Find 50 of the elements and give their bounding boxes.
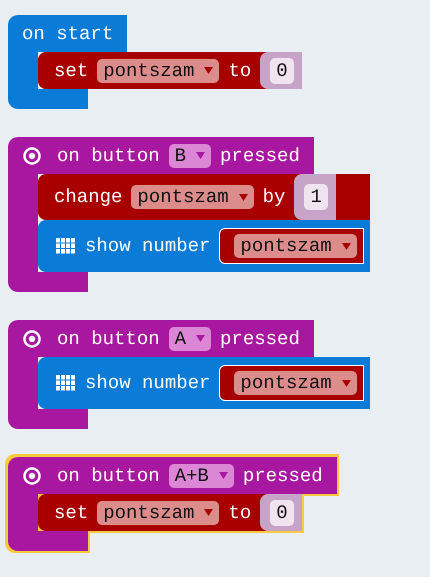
number-field[interactable]: 1 xyxy=(304,184,328,210)
event-block[interactable]: on button B pressed change pontszam by 1 show number pontszam xyxy=(8,137,370,292)
button-dropdown[interactable]: B xyxy=(168,144,212,168)
grid-icon xyxy=(56,238,76,254)
event-block[interactable]: on button A+B pressed set pontszam to 0 xyxy=(8,457,337,551)
block-keyword: show number xyxy=(85,372,210,394)
block-keyword: change xyxy=(54,186,122,208)
caret-icon xyxy=(204,67,214,74)
button-dropdown[interactable]: A xyxy=(168,326,212,350)
number-field[interactable]: 0 xyxy=(270,500,294,526)
block-keyword: to xyxy=(228,502,252,524)
variable-dropdown[interactable]: pontszam xyxy=(97,500,220,524)
variable-block[interactable]: change pontszam by 1 xyxy=(38,174,370,220)
caret-icon xyxy=(342,242,351,250)
block-label: on button xyxy=(57,464,160,486)
variable-dropdown[interactable]: pontszam xyxy=(131,185,254,209)
variable-dropdown[interactable]: pontszam xyxy=(234,371,357,395)
block-label: pressed xyxy=(220,328,300,350)
event-block[interactable]: on button A pressed show number pontszam xyxy=(8,320,370,429)
button-dropdown[interactable]: A+B xyxy=(168,464,234,488)
block-label: on button xyxy=(57,328,160,350)
caret-icon xyxy=(196,335,206,342)
caret-icon xyxy=(196,152,206,159)
block-keyword: set xyxy=(54,60,88,82)
variable-dropdown[interactable]: pontszam xyxy=(97,58,220,82)
block-label: pressed xyxy=(242,464,323,486)
show-number-block[interactable]: show number pontszam xyxy=(38,220,370,272)
event-block[interactable]: on start set pontszam to 0 xyxy=(8,15,302,109)
show-number-block[interactable]: show number pontszam xyxy=(38,357,370,409)
grid-icon xyxy=(56,375,76,391)
target-icon xyxy=(22,146,42,166)
block-keyword: by xyxy=(262,186,286,208)
number-field[interactable]: 0 xyxy=(270,58,294,84)
block-label: on start xyxy=(22,22,114,44)
variable-dropdown[interactable]: pontszam xyxy=(234,234,357,258)
target-icon xyxy=(22,328,42,348)
block-keyword: set xyxy=(54,502,88,524)
caret-icon xyxy=(342,380,351,386)
variable-block[interactable]: set pontszam to 0 xyxy=(38,494,302,531)
variable-block[interactable]: set pontszam to 0 xyxy=(38,52,302,89)
block-label: pressed xyxy=(220,144,300,166)
caret-icon xyxy=(218,472,228,479)
caret-icon xyxy=(238,194,248,200)
block-label: on button xyxy=(57,144,160,166)
variable-reporter[interactable]: pontszam xyxy=(219,365,364,401)
block-keyword: show number xyxy=(85,235,210,257)
variable-reporter[interactable]: pontszam xyxy=(219,228,364,264)
block-keyword: to xyxy=(228,60,252,82)
caret-icon xyxy=(204,509,214,516)
target-icon xyxy=(22,466,42,486)
